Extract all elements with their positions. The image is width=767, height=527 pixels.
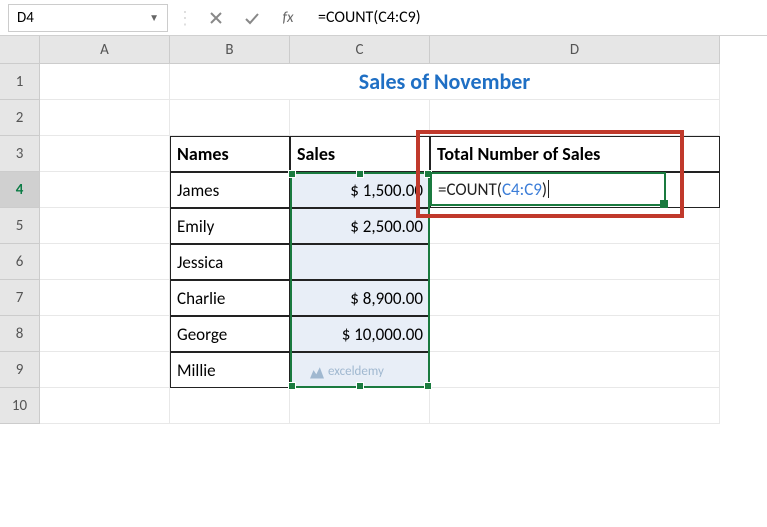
- cell-B10[interactable]: [170, 388, 290, 424]
- row-header-7[interactable]: 7: [0, 280, 40, 316]
- row-header-2[interactable]: 2: [0, 100, 40, 136]
- cancel-icon[interactable]: [202, 4, 230, 32]
- select-all-corner[interactable]: [0, 36, 40, 64]
- cell-D4[interactable]: [430, 172, 720, 208]
- cell-A8[interactable]: [40, 316, 170, 352]
- row-header-10[interactable]: 10: [0, 388, 40, 424]
- cell-D7[interactable]: [430, 280, 720, 316]
- name-cell[interactable]: Emily: [170, 208, 290, 244]
- cell-B2[interactable]: [170, 100, 290, 136]
- sales-cell[interactable]: $ 10,000.00: [290, 316, 430, 352]
- row-header-4[interactable]: 4: [0, 172, 40, 208]
- row-header-6[interactable]: 6: [0, 244, 40, 280]
- col-header-D[interactable]: D: [430, 36, 720, 64]
- chevron-down-icon[interactable]: ▼: [149, 11, 159, 24]
- fx-icon[interactable]: fx: [274, 4, 302, 32]
- name-cell[interactable]: Jessica: [170, 244, 290, 280]
- cell-A3[interactable]: [40, 136, 170, 172]
- sales-cell[interactable]: $ 1,500.00: [290, 172, 430, 208]
- name-cell[interactable]: Charlie: [170, 280, 290, 316]
- row-header-8[interactable]: 8: [0, 316, 40, 352]
- fill-handle[interactable]: [660, 200, 668, 208]
- col-header-C[interactable]: C: [290, 36, 430, 64]
- cell-D6[interactable]: [430, 244, 720, 280]
- formula-input-value: =COUNT(C4:C9): [318, 8, 421, 27]
- cell-A7[interactable]: [40, 280, 170, 316]
- cell-A10[interactable]: [40, 388, 170, 424]
- cell-D9[interactable]: [430, 352, 720, 388]
- row-header-9[interactable]: 9: [0, 352, 40, 388]
- cell-C10[interactable]: [290, 388, 430, 424]
- watermark-icon: [310, 365, 324, 379]
- row-header-1[interactable]: 1: [0, 64, 40, 100]
- header-sales[interactable]: Sales: [290, 136, 430, 172]
- spreadsheet: A B C D 1 2 3 4 5 6 7 8 9 10 Sales of No…: [0, 36, 767, 424]
- col-header-A[interactable]: A: [40, 36, 170, 64]
- separator: ⋮: [176, 7, 194, 29]
- watermark: exceldemy: [310, 364, 384, 379]
- col-header-B[interactable]: B: [170, 36, 290, 64]
- name-cell[interactable]: Millie: [170, 352, 290, 388]
- sales-cell[interactable]: $ 2,500.00: [290, 208, 430, 244]
- name-box[interactable]: D4 ▼: [8, 4, 168, 32]
- sales-cell[interactable]: $ 8,900.00: [290, 280, 430, 316]
- column-headers: A B C D: [40, 36, 767, 64]
- name-cell[interactable]: George: [170, 316, 290, 352]
- row-headers: 1 2 3 4 5 6 7 8 9 10: [0, 64, 40, 424]
- header-names[interactable]: Names: [170, 136, 290, 172]
- cell-D2[interactable]: [430, 100, 720, 136]
- cell-D10[interactable]: [430, 388, 720, 424]
- cell-A9[interactable]: [40, 352, 170, 388]
- title-cell[interactable]: Sales of November: [170, 64, 720, 100]
- cell-D5[interactable]: [430, 208, 720, 244]
- cell-A2[interactable]: [40, 100, 170, 136]
- cell-C2[interactable]: [290, 100, 430, 136]
- formula-input[interactable]: =COUNT(C4:C9): [310, 4, 759, 32]
- name-cell[interactable]: James: [170, 172, 290, 208]
- enter-icon[interactable]: [238, 4, 266, 32]
- sales-cell[interactable]: [290, 244, 430, 280]
- cell-A4[interactable]: [40, 172, 170, 208]
- formula-bar: D4 ▼ ⋮ fx =COUNT(C4:C9): [0, 0, 767, 36]
- name-box-value: D4: [17, 9, 34, 27]
- cell-A1[interactable]: [40, 64, 170, 100]
- cell-A6[interactable]: [40, 244, 170, 280]
- cell-D8[interactable]: [430, 316, 720, 352]
- header-total[interactable]: Total Number of Sales: [430, 136, 720, 172]
- watermark-text: exceldemy: [328, 364, 384, 379]
- row-header-3[interactable]: 3: [0, 136, 40, 172]
- cell-A5[interactable]: [40, 208, 170, 244]
- row-header-5[interactable]: 5: [0, 208, 40, 244]
- cells-grid: Sales of November Names Sales Total Numb…: [40, 64, 720, 424]
